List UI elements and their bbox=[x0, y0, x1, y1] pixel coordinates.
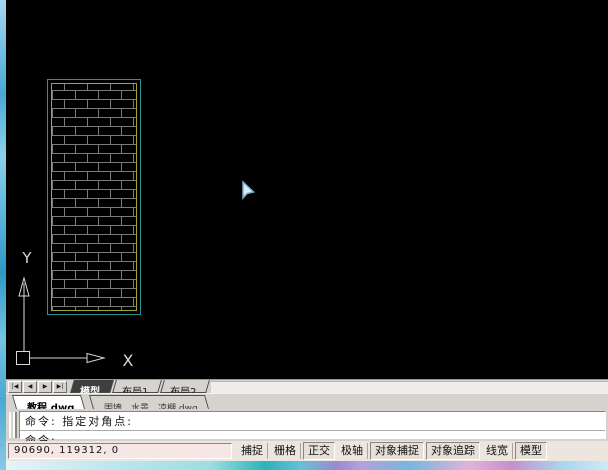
file-tab-tutorial[interactable]: 教程.dwg bbox=[12, 395, 85, 409]
command-text-area[interactable]: 命令: 指定对角点: 命令: bbox=[19, 411, 606, 439]
toggle-osnap[interactable]: 对象捕捉 bbox=[370, 442, 424, 460]
tab-scroll-last-button[interactable]: ▶| bbox=[53, 381, 67, 393]
file-tab-wall-waterscape[interactable]: 围墙、水景、凉棚.dwg bbox=[89, 395, 209, 409]
tab-layout1[interactable]: 布局1 bbox=[112, 380, 162, 393]
toggle-snap[interactable]: 捕捉 bbox=[237, 443, 268, 459]
layout-tab-bar: |◀ ◀ ▶ ▶| 模型 布局1 布局2 bbox=[6, 379, 608, 393]
toggle-grid[interactable]: 栅格 bbox=[270, 443, 301, 459]
toggle-model-space[interactable]: 模型 bbox=[515, 442, 547, 460]
toggle-ortho[interactable]: 正交 bbox=[303, 442, 335, 460]
brick-hatch[interactable] bbox=[52, 84, 137, 311]
drawing-svg: Y X bbox=[6, 0, 608, 379]
tab-scroll-first-button[interactable]: |◀ bbox=[8, 381, 22, 393]
toggle-lineweight[interactable]: 线宽 bbox=[482, 443, 513, 459]
desktop-sliver-bottom bbox=[6, 461, 608, 470]
tab-scroll-prev-button[interactable]: ◀ bbox=[23, 381, 37, 393]
cursor-arrow-icon bbox=[243, 182, 254, 198]
command-history-line: 命令: 指定对角点: bbox=[20, 412, 605, 431]
layout-tabs: 模型 布局1 布局2 bbox=[72, 380, 211, 393]
tab-model[interactable]: 模型 bbox=[70, 380, 114, 393]
tab-scroll-buttons: |◀ ◀ ▶ ▶| bbox=[6, 380, 69, 393]
cad-window: Y X |◀ ◀ ▶ ▶| 模型 布局1 布局2 教程.d bbox=[0, 0, 608, 470]
toggle-otrack[interactable]: 对象追踪 bbox=[426, 442, 480, 460]
wall-drawing[interactable] bbox=[48, 80, 141, 315]
ucs-x-label: X bbox=[123, 351, 134, 370]
status-bar: 90690, 119312, 0 捕捉 栅格 正交 极轴 对象捕捉 对象追踪 线… bbox=[6, 441, 608, 461]
command-window-grip[interactable] bbox=[9, 412, 17, 438]
ucs-x-arrowhead-icon bbox=[87, 354, 104, 363]
tab-layout2[interactable]: 布局2 bbox=[161, 380, 211, 393]
ucs-origin-square bbox=[17, 352, 30, 365]
toggle-polar[interactable]: 极轴 bbox=[337, 443, 368, 459]
tab-scroll-next-button[interactable]: ▶ bbox=[38, 381, 52, 393]
ucs-y-label: Y bbox=[21, 249, 32, 267]
command-window: 命令: 指定对角点: 命令: bbox=[6, 409, 608, 441]
model-space-canvas[interactable]: Y X bbox=[6, 0, 608, 379]
coordinate-readout[interactable]: 90690, 119312, 0 bbox=[8, 443, 232, 459]
file-tab-bar: 教程.dwg 围墙、水景、凉棚.dwg bbox=[6, 393, 608, 409]
